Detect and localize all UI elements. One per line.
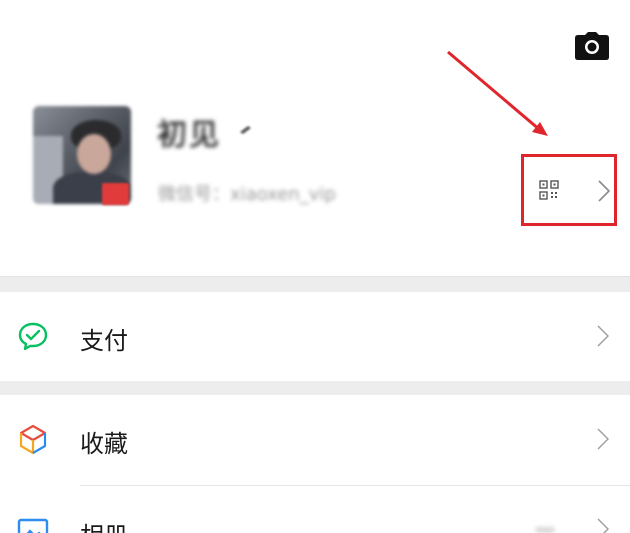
- album-icon: [17, 518, 49, 533]
- wechat-id: 微信号：xiaoxen_vip: [158, 184, 336, 205]
- menu-item-label: 收藏: [80, 430, 128, 458]
- chevron-right-icon: [597, 518, 609, 533]
- menu-item-album[interactable]: 相册: [0, 486, 630, 533]
- section-separator: [0, 381, 630, 395]
- chevron-right-icon: [597, 325, 609, 347]
- chevron-right-icon: [597, 428, 609, 450]
- menu-item-favorites[interactable]: 收藏: [0, 395, 630, 485]
- menu-item-pay[interactable]: 支付: [0, 291, 630, 381]
- menu-item-label: 支付: [80, 327, 128, 355]
- section-separator: [0, 276, 630, 292]
- blurred-hint: [535, 527, 555, 533]
- chevron-right-icon: [598, 180, 610, 202]
- menu-item-label: 相册: [80, 516, 128, 533]
- avatar-badge: [102, 183, 129, 205]
- favorites-cube-icon: [19, 424, 47, 455]
- annotation-arrow: [447, 50, 548, 136]
- nickname: 初见: [157, 118, 221, 153]
- qr-code-icon[interactable]: [539, 180, 559, 200]
- wechat-pay-icon: [18, 322, 48, 351]
- edit-mark-icon: [240, 126, 251, 134]
